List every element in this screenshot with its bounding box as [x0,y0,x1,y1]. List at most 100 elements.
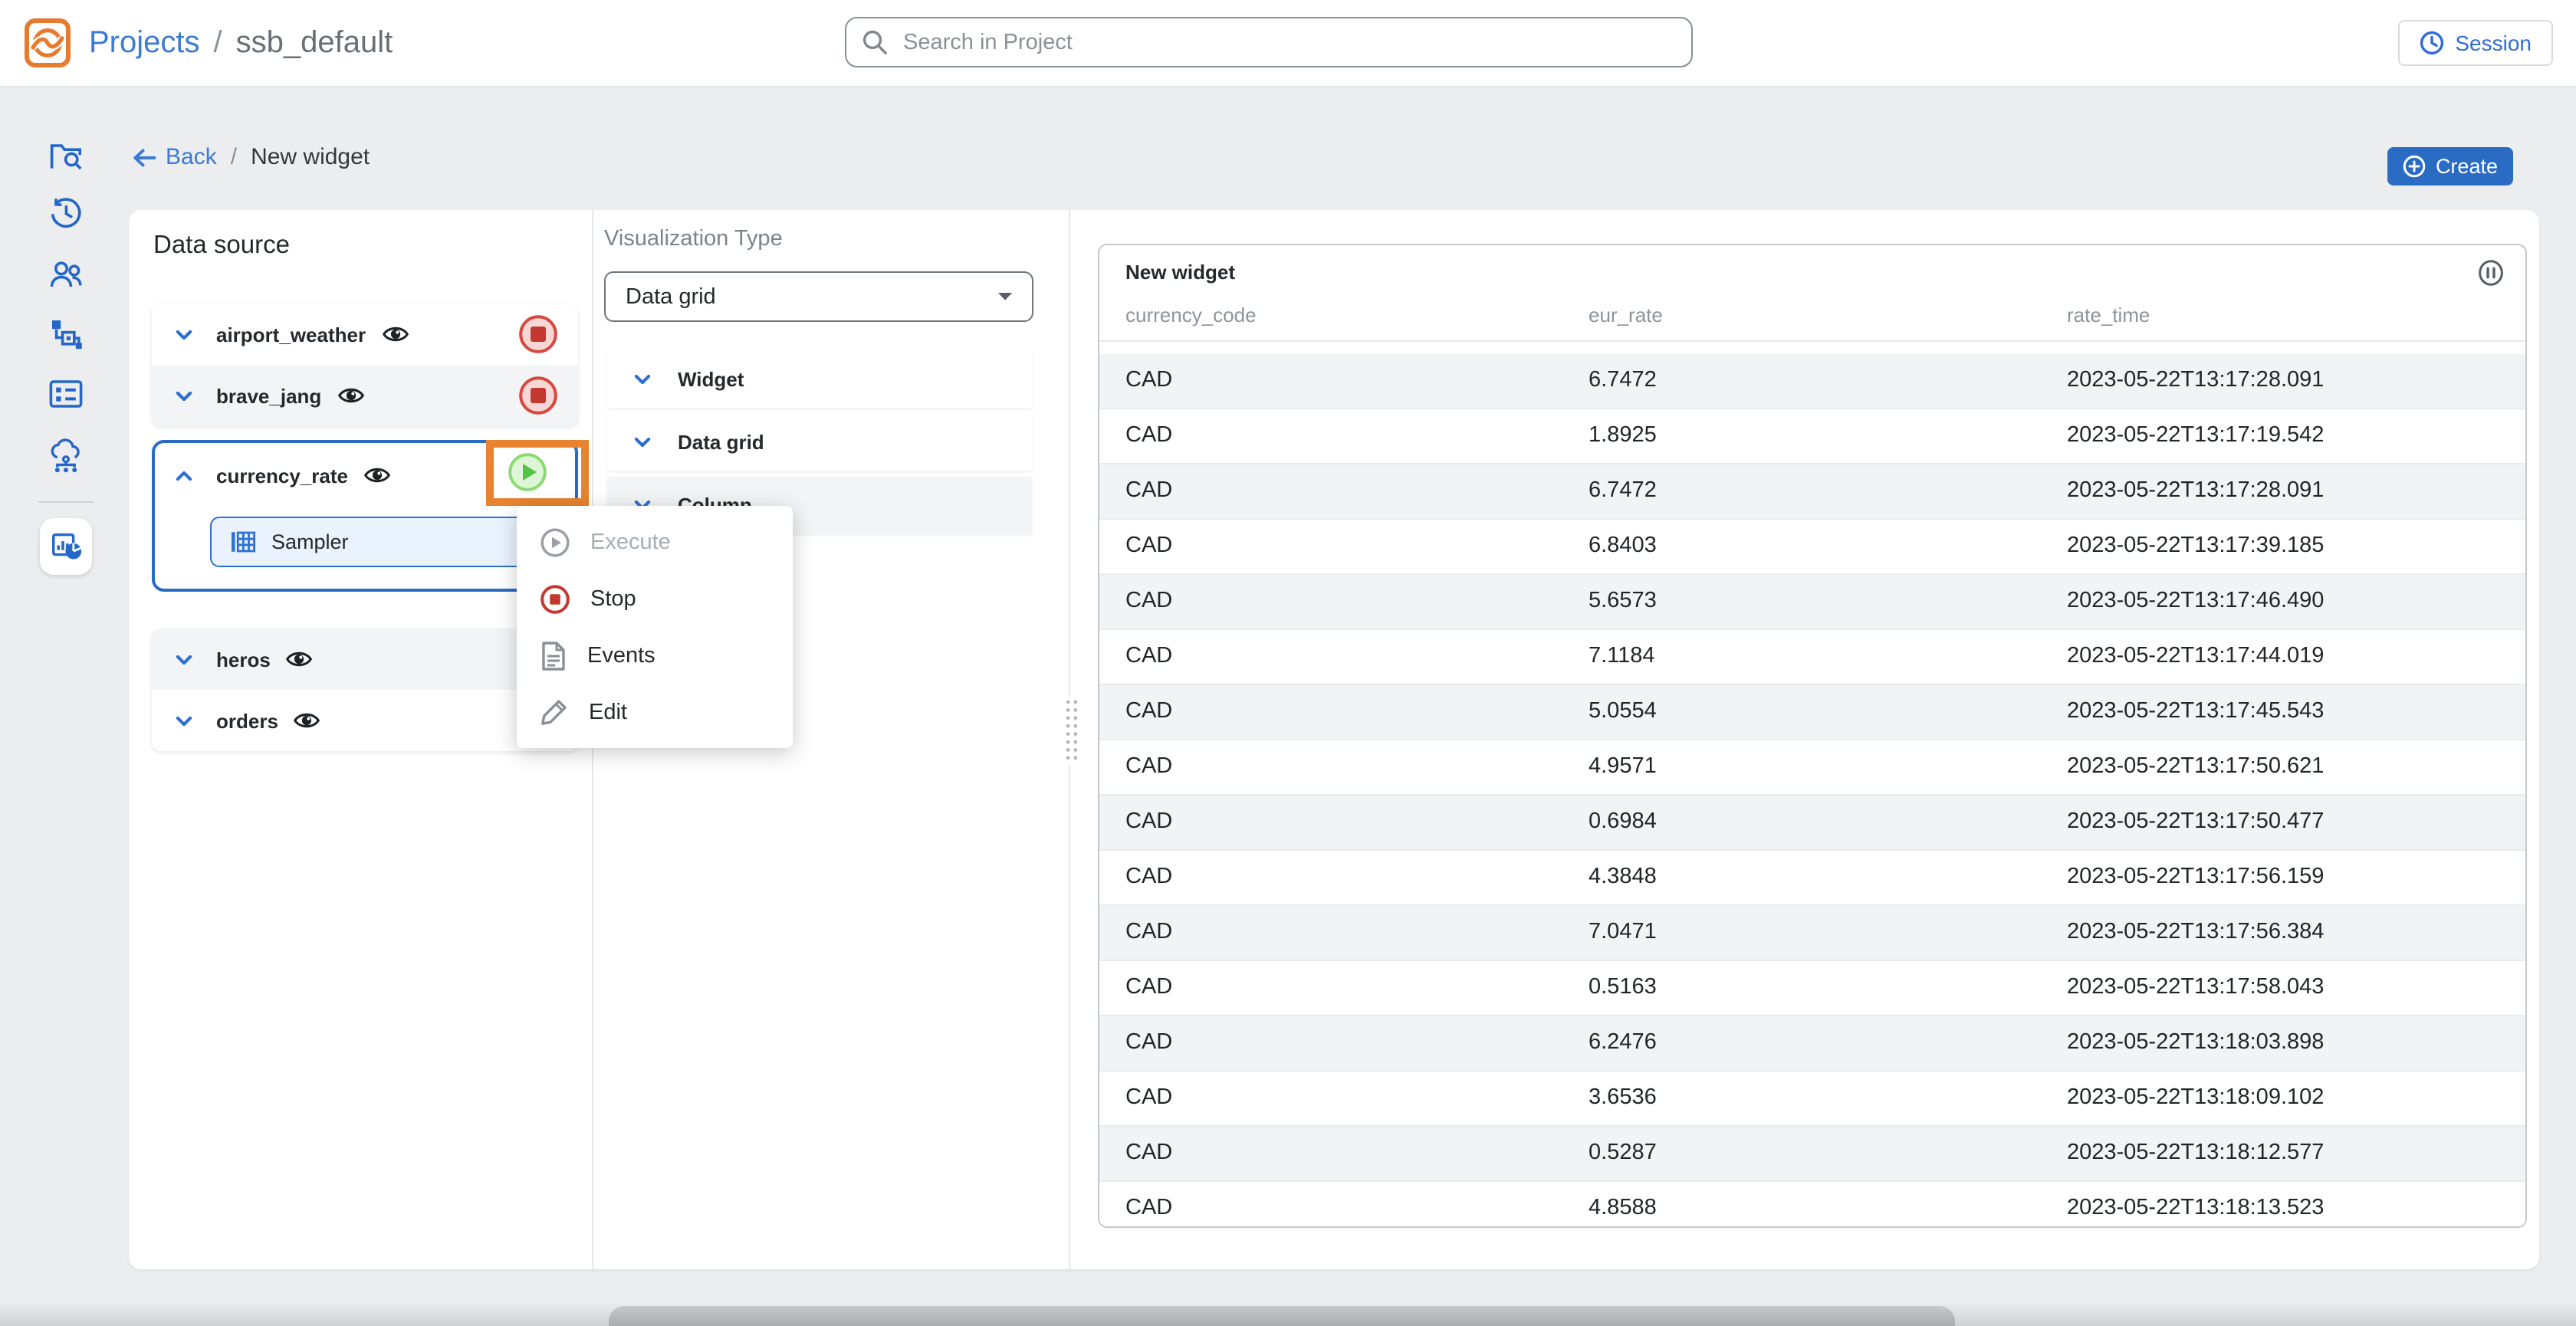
sidebar-item-job-flow[interactable] [48,316,84,353]
column-header[interactable]: currency_code [1125,304,1257,327]
table-row: CAD 0.5163 2023-05-22T13:17:58.043 [1099,961,2525,1016]
cell-rate-time: 2023-05-22T13:17:28.091 [2067,478,2324,503]
datasource-row-airport-weather[interactable]: airport_weather [152,304,578,365]
sidebar-item-dashboard-active[interactable] [40,518,92,575]
chevron-down-icon[interactable] [173,324,195,344]
cell-currency-code: CAD [1125,478,1172,503]
cell-rate-time: 2023-05-22T13:18:13.523 [2067,1196,2324,1220]
cell-eur-rate: 0.6984 [1589,809,1657,834]
dataset-name: heros [216,648,271,671]
cell-rate-time: 2023-05-22T13:17:56.384 [2067,920,2324,944]
cell-eur-rate: 6.7472 [1589,368,1657,392]
cell-rate-time: 2023-05-22T13:17:19.542 [2067,423,2324,448]
chevron-down-icon[interactable] [173,711,195,730]
session-label: Session [2455,31,2532,55]
resize-handle[interactable] [1061,697,1083,765]
visualization-type-label: Visualization Type [604,227,783,251]
cell-rate-time: 2023-05-22T13:17:58.043 [2067,975,2324,999]
back-link[interactable]: Back [132,144,217,170]
table-row: CAD 1.8925 2023-05-22T13:17:19.542 [1099,409,2525,464]
cell-eur-rate: 1.8925 [1589,423,1657,448]
section-widget[interactable]: Widget [607,351,1032,408]
menu-item-stop[interactable]: Stop [517,570,793,627]
chevron-down-icon[interactable] [632,369,653,389]
table-row: CAD 0.5287 2023-05-22T13:18:12.577 [1099,1127,2525,1182]
cell-rate-time: 2023-05-22T13:17:45.543 [2067,699,2324,724]
dataset-name: airport_weather [216,323,366,346]
cell-currency-code: CAD [1125,809,1172,834]
back-label: Back [166,144,217,170]
search-bar[interactable] [845,17,1693,67]
widget-preview-panel: New widget currency_code eur_rate rate_t… [1098,244,2527,1228]
sidebar-item-project-explorer[interactable] [48,138,84,175]
table-row: CAD 4.3848 2023-05-22T13:17:56.159 [1099,851,2525,906]
sidebar-item-history[interactable] [48,195,84,231]
eye-icon[interactable] [381,323,409,345]
widget-title: New widget [1125,261,1235,284]
stop-button[interactable] [518,314,558,354]
table-row: CAD 6.7472 2023-05-22T13:17:28.091 [1099,464,2525,520]
cell-eur-rate: 4.8588 [1589,1196,1657,1220]
cell-eur-rate: 6.8403 [1589,533,1657,558]
cell-currency-code: CAD [1125,975,1172,999]
cell-rate-time: 2023-05-22T13:17:44.019 [2067,644,2324,668]
pause-circle-icon[interactable] [2478,259,2504,287]
menu-item-label: Edit [589,700,627,724]
section-label: Data grid [678,431,764,454]
cell-rate-time: 2023-05-22T13:18:09.102 [2067,1085,2324,1110]
column-header[interactable]: eur_rate [1589,304,1663,327]
cell-eur-rate: 4.9571 [1589,754,1657,779]
search-input[interactable] [900,28,1676,56]
eye-icon[interactable] [337,385,364,406]
sidebar-item-tables[interactable] [48,376,84,412]
chevron-down-icon[interactable] [173,386,195,405]
projects-link[interactable]: Projects [89,25,200,61]
table-body: CAD 6.7472 2023-05-22T13:17:28.091 CAD 1… [1099,354,2525,1228]
table-row: CAD 6.2476 2023-05-22T13:18:03.898 [1099,1016,2525,1072]
eye-icon[interactable] [363,464,391,486]
eye-icon[interactable] [294,710,321,731]
datasource-row-heros[interactable]: heros [152,629,578,690]
top-bar: Projects / ssb_default Session [0,0,2576,87]
cell-rate-time: 2023-05-22T13:17:50.621 [2067,754,2324,779]
menu-item-execute[interactable]: Execute [517,514,793,570]
sidebar-divider [38,501,94,503]
table-row: CAD 7.1184 2023-05-22T13:17:44.019 [1099,630,2525,685]
datasource-row-brave-jang[interactable]: brave_jang [152,365,578,426]
context-menu: Execute Stop Events Edit [517,506,793,748]
chart-widget-icon [48,529,84,564]
cell-currency-code: CAD [1125,865,1172,889]
cell-rate-time: 2023-05-22T13:18:03.898 [2067,1030,2324,1055]
pencil-icon [540,697,569,727]
menu-item-edit[interactable]: Edit [517,684,793,740]
chevron-down-icon[interactable] [632,432,653,452]
chevron-up-icon[interactable] [173,465,195,485]
menu-item-label: Execute [590,530,671,554]
cell-eur-rate: 0.5287 [1589,1141,1657,1165]
eye-icon[interactable] [286,648,314,670]
datasource-row-orders[interactable]: orders [152,690,578,751]
execute-button[interactable] [508,452,547,492]
stop-button[interactable] [518,376,558,415]
sidebar-item-users[interactable] [48,256,84,293]
dataset-name: orders [216,709,278,732]
chevron-down-icon[interactable] [173,649,195,669]
sidebar-item-data-sources[interactable] [48,438,84,475]
section-data-grid[interactable]: Data grid [607,414,1032,471]
create-button[interactable]: Create [2388,147,2513,185]
menu-item-label: Events [587,643,656,668]
drag-dots-icon [1064,697,1079,765]
datasource-group: heros orders [152,629,578,751]
session-button[interactable]: Session [2398,20,2553,66]
cell-currency-code: CAD [1125,533,1172,558]
cell-rate-time: 2023-05-22T13:17:39.185 [2067,533,2324,558]
menu-item-events[interactable]: Events [517,627,793,684]
create-label: Create [2436,155,2498,178]
cell-currency-code: CAD [1125,589,1172,613]
cell-currency-code: CAD [1125,644,1172,668]
table-row: CAD 3.6536 2023-05-22T13:18:09.102 [1099,1072,2525,1127]
visualization-type-dropdown[interactable]: Data grid [604,271,1033,322]
cell-currency-code: CAD [1125,1030,1172,1055]
column-header[interactable]: rate_time [2067,304,2150,327]
background-window-edge [609,1306,1955,1326]
